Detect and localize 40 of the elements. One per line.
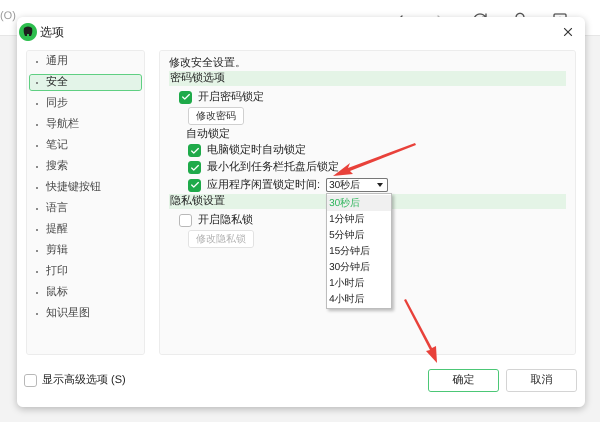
- checkbox-label: 开启密码锁定: [198, 90, 264, 105]
- checkbox[interactable]: [188, 178, 201, 192]
- sidebar-item[interactable]: 鼠标: [29, 284, 142, 301]
- description: 修改安全设置。: [169, 56, 247, 71]
- checkbox[interactable]: [179, 90, 192, 104]
- dropdown-option[interactable]: 15分钟后: [327, 243, 392, 259]
- section-header: 密码锁选项: [169, 71, 566, 86]
- sidebar-item[interactable]: 搜索: [29, 158, 142, 175]
- checkbox-label: 显示高级选项 (S): [42, 372, 126, 388]
- sidebar-item[interactable]: 同步: [29, 95, 142, 112]
- checkbox[interactable]: [188, 161, 201, 174]
- sidebar-item[interactable]: 剪辑: [29, 242, 142, 259]
- sidebar-item[interactable]: 通用: [29, 53, 142, 70]
- dialog-button[interactable]: 取消: [506, 369, 577, 392]
- sidebar-item[interactable]: 语言: [29, 200, 142, 217]
- sidebar-item[interactable]: 知识星图: [29, 305, 142, 322]
- dialog-button[interactable]: 确定: [428, 369, 499, 392]
- time-select[interactable]: 30秒后: [326, 178, 388, 192]
- sidebar-item[interactable]: 提醒: [29, 221, 142, 238]
- caret-icon: [377, 183, 384, 187]
- sidebar-item[interactable]: 导航栏: [29, 116, 142, 133]
- sidebar-item[interactable]: 笔记: [29, 137, 142, 154]
- sidebar-item[interactable]: 快捷键按钮: [29, 179, 142, 196]
- checkbox-label: 应用程序闲置锁定时间:: [207, 178, 320, 193]
- sidebar-item[interactable]: 打印: [29, 263, 142, 280]
- dropdown-option[interactable]: 1分钟后: [327, 211, 392, 227]
- checkbox[interactable]: [188, 144, 201, 157]
- checkbox-label: 最小化到任务栏托盘后锁定: [207, 160, 339, 176]
- change-button[interactable]: 修改密码: [188, 107, 244, 125]
- checkbox[interactable]: [179, 214, 192, 226]
- dropdown-option[interactable]: 5分钟后: [327, 227, 392, 243]
- dropdown-option[interactable]: 4小时后: [327, 291, 392, 307]
- dialog-title: 选项: [40, 24, 64, 40]
- dropdown-option[interactable]: 30分钟后: [327, 259, 392, 275]
- subheading: 自动锁定: [186, 126, 230, 142]
- dropdown-option[interactable]: 1小时后: [327, 275, 392, 291]
- checkbox-label: 电脑锁定时自动锁定: [207, 142, 306, 158]
- sidebar-item[interactable]: 安全: [29, 74, 142, 91]
- checkbox[interactable]: [24, 374, 37, 387]
- checkbox-label: 开启隐私锁: [198, 212, 253, 228]
